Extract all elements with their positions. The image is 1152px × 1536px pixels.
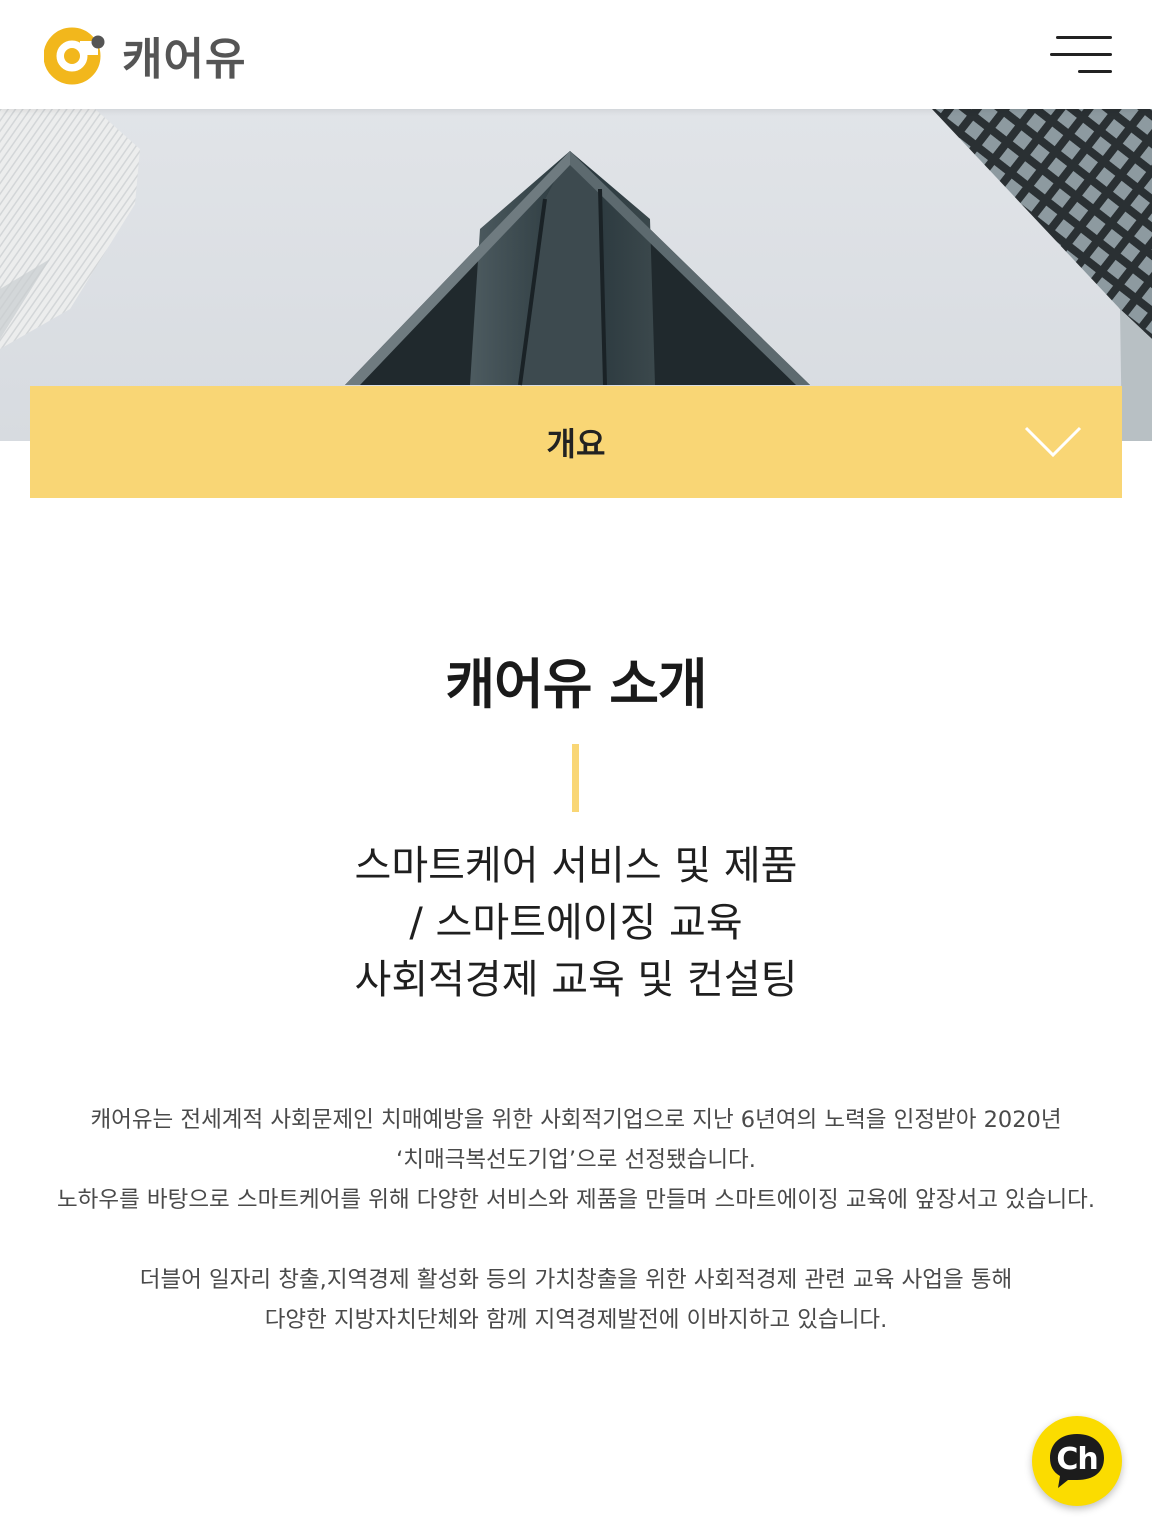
logo-icon bbox=[44, 27, 105, 85]
chat-label: Ch bbox=[1056, 1441, 1098, 1477]
chevron-down-icon bbox=[1024, 426, 1082, 458]
channel-chat-button[interactable]: Ch bbox=[1032, 1416, 1122, 1506]
paragraph-line: 더블어 일자리 창출,지역경제 활성화 등의 가치창출을 위한 사회적경제 관련… bbox=[139, 1267, 1013, 1293]
section-dropdown-label: 개요 bbox=[546, 425, 606, 463]
logo[interactable]: 캐어유 bbox=[44, 24, 246, 86]
page-title: 캐어유 소개 bbox=[445, 653, 707, 716]
title-divider bbox=[572, 744, 579, 812]
intro-paragraph-1: 캐어유는 전세계적 사회문제인 치매예방을 위한 사회적기업으로 지난 6년여의… bbox=[20, 1100, 1132, 1220]
subtitle-line: / 스마트에이징 교육 bbox=[409, 900, 743, 946]
paragraph-line: ‘치매극복선도기업’으로 선정됐습니다. bbox=[396, 1147, 756, 1173]
hamburger-menu-icon[interactable] bbox=[1050, 32, 1116, 76]
subtitle-line: 스마트케어 서비스 및 제품 bbox=[354, 843, 798, 889]
paragraph-line: 다양한 지방자치단체와 함께 지역경제발전에 이바지하고 있습니다. bbox=[264, 1307, 888, 1333]
intro-paragraph-2: 더블어 일자리 창출,지역경제 활성화 등의 가치창출을 위한 사회적경제 관련… bbox=[20, 1260, 1132, 1340]
logo-text: 캐어유 bbox=[122, 34, 247, 85]
paragraph-line: 노하우를 바탕으로 스마트케어를 위해 다양한 서비스와 제품을 만들며 스마트… bbox=[56, 1187, 1096, 1213]
intro-subtitle: 스마트케어 서비스 및 제품 / 스마트에이징 교육 사회적경제 교육 및 컨설… bbox=[0, 838, 1152, 1009]
site-header: 캐어유 bbox=[0, 0, 1152, 109]
subtitle-line: 사회적경제 교육 및 컨설팅 bbox=[354, 957, 798, 1003]
section-dropdown[interactable]: 개요 bbox=[30, 386, 1122, 498]
paragraph-line: 캐어유는 전세계적 사회문제인 치매예방을 위한 사회적기업으로 지난 6년여의… bbox=[90, 1107, 1062, 1133]
